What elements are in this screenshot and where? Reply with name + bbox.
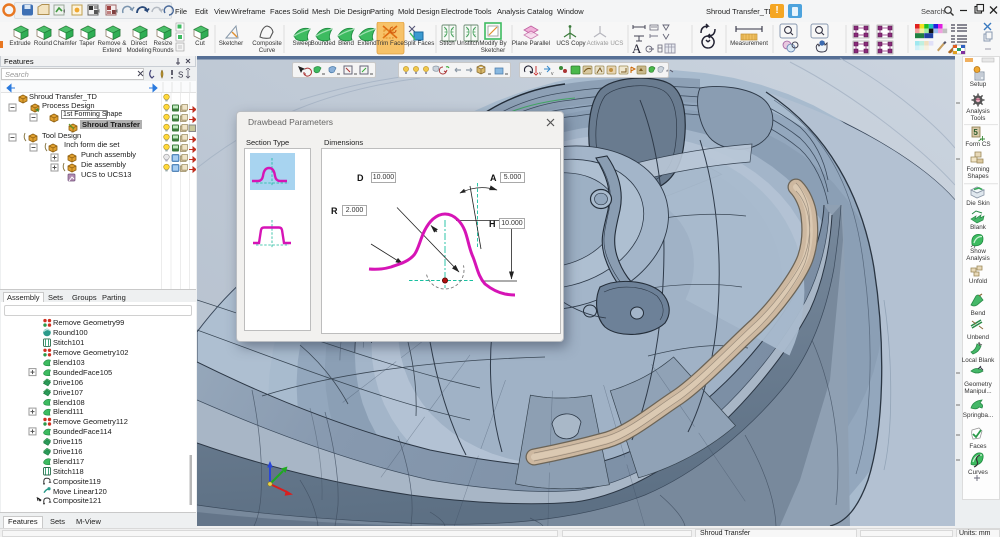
svg-text:A: A — [632, 41, 642, 56]
svg-text:5: 5 — [973, 128, 978, 137]
svg-text:v: v — [539, 71, 542, 77]
svg-text:S: S — [178, 71, 183, 80]
svg-text:*: * — [666, 70, 669, 76]
svg-text:v: v — [551, 71, 554, 77]
